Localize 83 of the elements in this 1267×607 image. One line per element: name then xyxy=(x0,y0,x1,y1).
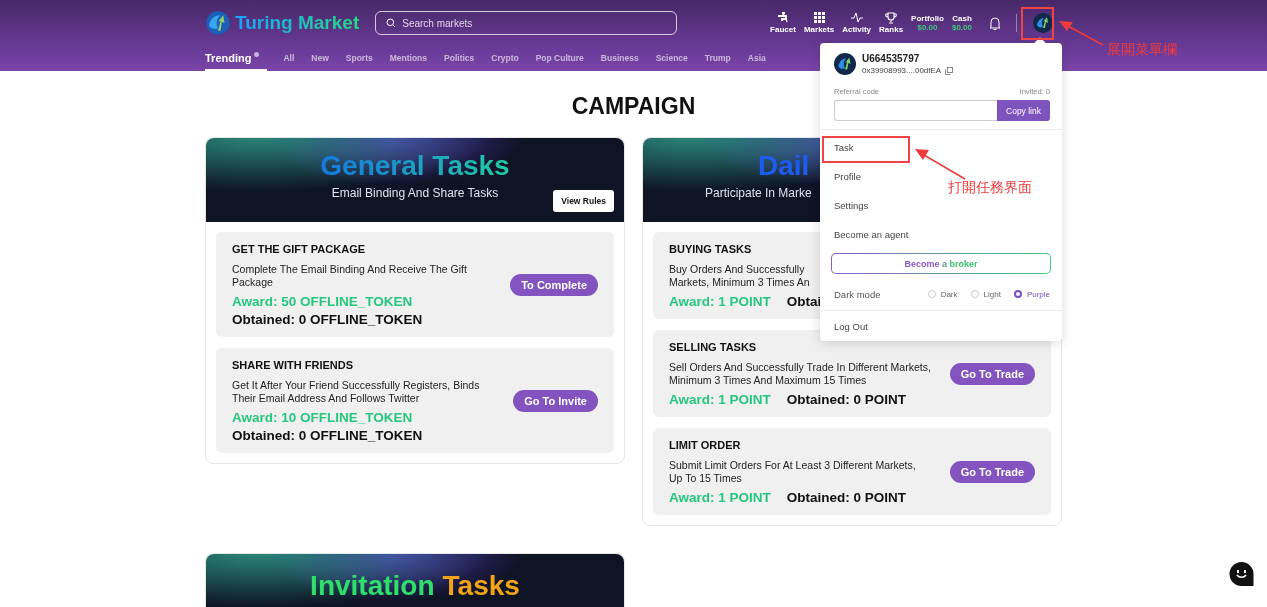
theme-label: Dark mode xyxy=(834,288,882,300)
nav-action[interactable]: Ranks xyxy=(879,12,904,34)
avatar-icon xyxy=(834,53,856,75)
task-title: SELLING TASKS xyxy=(669,341,758,353)
highlight-frame xyxy=(1021,7,1054,40)
task-description: Complete The Email Binding And Receive The Gift Package xyxy=(232,263,468,289)
nav-action[interactable]: Markets xyxy=(803,12,835,34)
task-description: Buy Orders And Successfully Markets, Minimum 3 Times An xyxy=(669,263,810,289)
pulse-icon xyxy=(849,12,864,24)
task-obtained: Obtained: 0 OFFLINE_TOKEN xyxy=(232,312,424,327)
category-tab[interactable]: Pop Culture xyxy=(535,46,584,71)
task-award: Award: 10 OFFLINE_TOKEN xyxy=(232,410,414,425)
menu-item[interactable]: Become an agent xyxy=(820,220,923,249)
category-tab[interactable]: Science xyxy=(655,46,688,71)
wallet-address: 0x39908993....00dfEA xyxy=(862,66,942,75)
task-action-button[interactable]: Go To Invite xyxy=(513,390,598,412)
balance-label: Cash xyxy=(952,14,972,23)
task-obtained: Obtained: 0 POINT xyxy=(786,490,907,505)
task-description: Submit Limit Orders For At Least 3 Different Markets, Up To 15 Times xyxy=(669,459,917,485)
task-description: Sell Orders And Successfully Trade In Different Markets, Minimum 3 Times And Maximum 15 Times xyxy=(669,361,931,387)
view-rules-button[interactable]: View Rules xyxy=(553,190,614,212)
search-field[interactable]: Search markets xyxy=(375,11,678,35)
task-title: LIMIT ORDER xyxy=(669,439,742,451)
banner-title: Invitation xyxy=(310,570,435,602)
task-award: Award: 50 OFFLINE_TOKEN xyxy=(232,294,414,309)
balance-value: $0.00 xyxy=(917,23,938,32)
task-title: SHARE WITH FRIENDS xyxy=(232,359,354,371)
become-broker-button[interactable]: Become a broker xyxy=(831,253,1051,274)
search-icon xyxy=(386,18,397,28)
nav-action[interactable]: Activity xyxy=(842,12,872,34)
copy-link-button[interactable]: Copy link xyxy=(997,100,1050,121)
banner-title: Dail xyxy=(758,150,810,182)
banner-subtitle: Email Binding And Share Tasks xyxy=(331,186,499,200)
theme-radio[interactable]: Light xyxy=(970,289,1001,299)
page-title: CAMPAIGN xyxy=(571,93,696,120)
annotation-text: 展開菜單欄 xyxy=(1107,41,1177,59)
faucet-icon xyxy=(776,12,790,24)
task-title: BUYING TASKS xyxy=(669,243,753,255)
category-tab[interactable]: Politics xyxy=(444,46,475,71)
task-description: Get It After Your Friend Successfully Registers, Binds Their Email Address And Follows Twitter xyxy=(232,379,481,405)
category-tab[interactable]: Sports xyxy=(345,46,373,71)
task-title: GET THE GIFT PACKAGE xyxy=(232,243,367,255)
theme-radio[interactable]: Purple xyxy=(1013,289,1050,299)
trophy-icon xyxy=(884,12,899,24)
task-award: Award: 1 POINT xyxy=(669,490,771,505)
avatar-icon xyxy=(1033,13,1053,33)
category-tab[interactable]: Trump xyxy=(704,46,731,71)
theme-radio[interactable]: Dark xyxy=(927,289,958,299)
nav-action[interactable]: Faucet xyxy=(770,12,796,34)
category-tab[interactable]: Mentions xyxy=(389,46,428,71)
arrow xyxy=(915,149,966,180)
task-obtained: Obtained: 0 POINT xyxy=(786,392,907,407)
notifications-button[interactable] xyxy=(988,15,1002,31)
task-obtained: Obtai xyxy=(786,294,822,309)
category-tab[interactable]: Trending xyxy=(205,46,268,71)
category-tab[interactable]: Business xyxy=(600,46,639,71)
task-award: Award: 1 POINT xyxy=(669,392,771,407)
task-action-button[interactable]: Go To Trade xyxy=(949,363,1035,385)
menu-item[interactable]: Profile xyxy=(820,162,875,191)
balance-label: Portfolio xyxy=(911,14,944,23)
grid-icon xyxy=(812,12,827,24)
copy-icon[interactable] xyxy=(945,66,954,75)
menu-item[interactable]: Task xyxy=(820,133,868,162)
username: U664535797 xyxy=(862,53,921,64)
category-tab[interactable]: All xyxy=(283,46,295,71)
category-tab[interactable]: Crypto xyxy=(491,46,519,71)
annotation-text: 打開任務界面 xyxy=(948,179,1032,197)
chat-button[interactable] xyxy=(1228,561,1255,588)
referral-code-field[interactable] xyxy=(834,100,998,121)
logo-icon xyxy=(205,10,231,36)
category-tab[interactable]: Asia xyxy=(747,46,766,71)
account-button[interactable] xyxy=(1033,13,1053,33)
task-award: Award: 1 POINT xyxy=(669,294,771,309)
banner-title: Tasks xyxy=(442,570,520,602)
category-tab[interactable]: New xyxy=(311,46,329,71)
task-action-button[interactable]: Go To Trade xyxy=(949,461,1035,483)
task-obtained: Obtained: 0 OFFLINE_TOKEN xyxy=(232,428,424,443)
logout-item[interactable]: Log Out xyxy=(820,311,882,341)
banner-subtitle: Participate In Marke xyxy=(705,186,812,200)
menu-item[interactable]: Settings xyxy=(820,191,883,220)
arrow xyxy=(1059,21,1104,46)
task-action-button[interactable]: To Complete xyxy=(510,274,598,296)
balance-value: $0.00 xyxy=(951,23,972,32)
